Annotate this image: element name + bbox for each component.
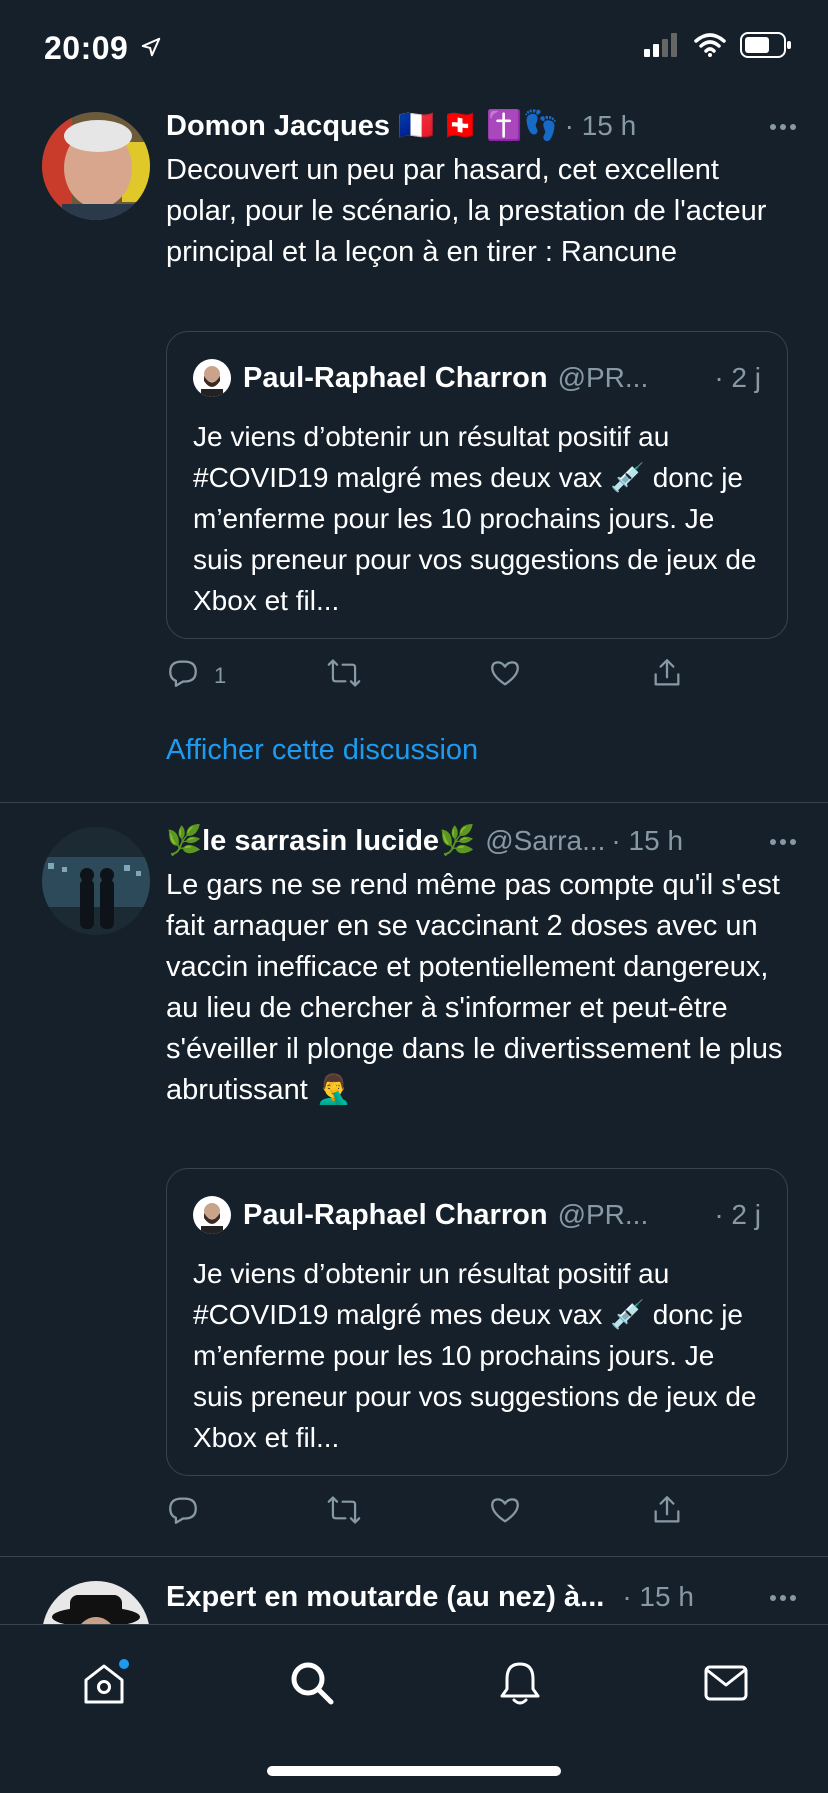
avatar[interactable] bbox=[42, 1581, 150, 1624]
author-handle[interactable]: @Sarra... bbox=[485, 825, 605, 857]
tweet-time[interactable]: · 15 h bbox=[565, 110, 637, 142]
tab-home[interactable] bbox=[74, 1655, 134, 1715]
tweet-header: 🌿le sarrasin lucide🌿 @Sarra... · 15 h bbox=[166, 819, 798, 863]
location-arrow-icon bbox=[140, 36, 162, 63]
avatar[interactable] bbox=[42, 112, 150, 220]
tweet[interactable]: Expert en moutarde (au nez) à... · 15 h bbox=[0, 1557, 828, 1624]
tab-messages[interactable] bbox=[696, 1655, 756, 1715]
tweet[interactable]: 🌿le sarrasin lucide🌿 @Sarra... · 15 h Le… bbox=[0, 803, 828, 1555]
tweet-text: Decouvert un peu par hasard, cet excelle… bbox=[166, 154, 767, 268]
quoted-tweet-header: Paul-Raphael Charron @PR... · 2 j bbox=[193, 1193, 761, 1237]
like-button[interactable] bbox=[488, 1493, 522, 1532]
quoted-author-name: Paul-Raphael Charron bbox=[243, 361, 548, 394]
retweet-button[interactable] bbox=[326, 656, 362, 695]
quoted-tweet-header: Paul-Raphael Charron @PR... · 2 j bbox=[193, 356, 761, 400]
quoted-author-handle: @PR... bbox=[557, 362, 649, 393]
like-icon bbox=[488, 656, 522, 695]
tweet[interactable]: Domon Jacques 🇫🇷 🇨🇭 ✝️👣 · 15 h Decouvert… bbox=[0, 100, 828, 800]
tweet-header: Expert en moutarde (au nez) à... · 15 h bbox=[166, 1575, 798, 1619]
like-button[interactable] bbox=[488, 656, 522, 695]
more-icon[interactable] bbox=[768, 827, 798, 862]
more-icon[interactable] bbox=[768, 112, 798, 147]
tab-notifications[interactable] bbox=[490, 1655, 550, 1715]
author-name[interactable]: Domon Jacques 🇫🇷 🇨🇭 ✝️👣 bbox=[166, 109, 559, 143]
tweet-time[interactable]: · 15 h bbox=[611, 825, 683, 857]
more-icon[interactable] bbox=[768, 1583, 798, 1618]
signal-icon bbox=[644, 33, 680, 62]
tab-search[interactable] bbox=[282, 1655, 342, 1715]
quoted-tweet[interactable]: Paul-Raphael Charron @PR... · 2 j Je vie… bbox=[166, 1168, 788, 1476]
retweet-icon bbox=[326, 1493, 362, 1532]
status-indicators bbox=[644, 32, 792, 63]
like-icon bbox=[488, 1493, 522, 1532]
tweet-actions bbox=[166, 1493, 726, 1533]
quoted-tweet-time: · 2 j bbox=[714, 1199, 761, 1230]
quoted-avatar bbox=[193, 1196, 231, 1234]
tweet-text: Le gars ne se rend même pas compte qu'il… bbox=[166, 869, 783, 1106]
quoted-tweet-text: Je viens d’obtenir un résultat positif a… bbox=[193, 1258, 757, 1453]
mail-icon bbox=[702, 1661, 750, 1710]
battery-icon bbox=[740, 32, 792, 63]
reply-count: 1 bbox=[214, 662, 227, 688]
quoted-tweet-text: Je viens d’obtenir un résultat positif a… bbox=[193, 421, 757, 616]
quoted-tweet-time: · 2 j bbox=[714, 362, 761, 393]
tweet-header: Domon Jacques 🇫🇷 🇨🇭 ✝️👣 · 15 h bbox=[166, 104, 798, 148]
author-name[interactable]: Expert en moutarde (au nez) à... bbox=[166, 1581, 604, 1614]
bell-icon bbox=[497, 1659, 543, 1712]
quoted-author-handle: @PR... bbox=[557, 1199, 649, 1230]
share-icon bbox=[650, 1493, 684, 1532]
reply-button[interactable]: 1 bbox=[166, 656, 226, 695]
reply-icon bbox=[166, 1493, 200, 1532]
share-button[interactable] bbox=[650, 656, 684, 695]
home-indicator[interactable] bbox=[267, 1766, 561, 1776]
tweet-actions: 1 bbox=[166, 656, 726, 696]
search-icon bbox=[288, 1659, 336, 1712]
author-name[interactable]: 🌿le sarrasin lucide🌿 bbox=[166, 824, 475, 858]
home-icon bbox=[79, 1658, 129, 1713]
wifi-icon bbox=[694, 33, 726, 62]
share-button[interactable] bbox=[650, 1493, 684, 1532]
reply-icon bbox=[166, 656, 200, 695]
status-time: 20:09 bbox=[44, 30, 129, 66]
share-icon bbox=[650, 656, 684, 695]
show-thread-link[interactable]: Afficher cette discussion bbox=[166, 734, 478, 767]
status-bar: 20:09 bbox=[0, 0, 828, 100]
quoted-avatar bbox=[193, 359, 231, 397]
retweet-icon bbox=[326, 656, 362, 695]
avatar[interactable] bbox=[42, 827, 150, 935]
quoted-author-name: Paul-Raphael Charron bbox=[243, 1198, 548, 1231]
retweet-button[interactable] bbox=[326, 1493, 362, 1532]
reply-button[interactable] bbox=[166, 1493, 200, 1532]
quoted-tweet[interactable]: Paul-Raphael Charron @PR... · 2 j Je vie… bbox=[166, 331, 788, 639]
tweet-time[interactable]: · 15 h bbox=[622, 1581, 694, 1613]
